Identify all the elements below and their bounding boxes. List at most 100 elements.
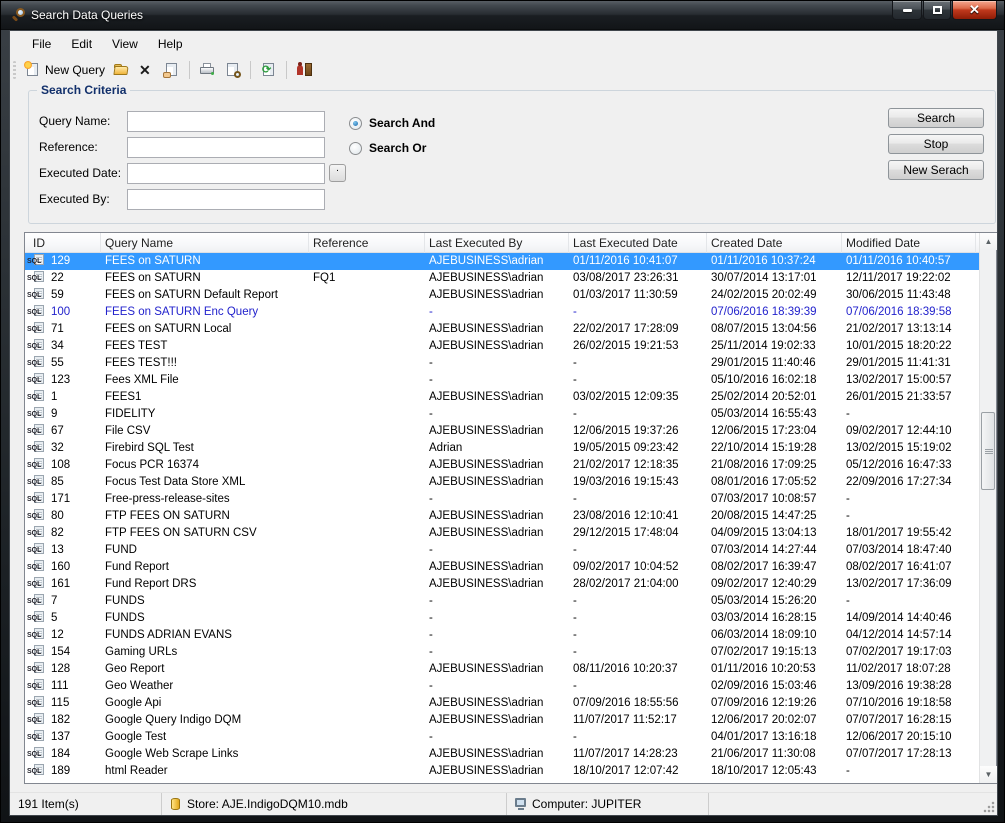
table-row[interactable]: SQL137Google Test--04/01/2017 13:16:1812…: [25, 729, 979, 746]
cell-id: SQL32: [25, 440, 101, 457]
menu-view[interactable]: View: [102, 33, 148, 55]
cell-name: FEES1: [101, 389, 309, 406]
table-row[interactable]: SQL71FEES on SATURN LocalAJEBUSINESS\adr…: [25, 321, 979, 338]
search-button[interactable]: Search: [888, 108, 984, 128]
cell-by: -: [425, 355, 569, 372]
print-preview-button[interactable]: [220, 59, 245, 81]
grid-body: SQL129FEES on SATURNAJEBUSINESS\adrian01…: [25, 253, 979, 780]
open-button[interactable]: [109, 59, 134, 81]
reference-input[interactable]: [127, 137, 325, 158]
menu-edit[interactable]: Edit: [61, 33, 102, 55]
table-row[interactable]: SQL171Free-press-release-sites--07/03/20…: [25, 491, 979, 508]
cell-name: Google Test: [101, 729, 309, 746]
date-browse-button[interactable]: .: [329, 164, 346, 182]
cell-name: FUNDS: [101, 593, 309, 610]
print-button[interactable]: [195, 59, 220, 81]
new-search-button[interactable]: New Serach: [888, 160, 984, 180]
table-row[interactable]: SQL82FTP FEES ON SATURN CSVAJEBUSINESS\a…: [25, 525, 979, 542]
table-row[interactable]: SQL13FUND--07/03/2014 14:27:4407/03/2014…: [25, 542, 979, 559]
scroll-down-arrow-icon[interactable]: ▼: [980, 766, 997, 783]
table-row[interactable]: SQL7FUNDS--05/03/2014 15:26:20-: [25, 593, 979, 610]
table-row[interactable]: SQL34FEES TESTAJEBUSINESS\adrian26/02/20…: [25, 338, 979, 355]
table-row[interactable]: SQL123Fees XML File--05/10/2016 16:02:18…: [25, 372, 979, 389]
radio-search-and[interactable]: [349, 117, 362, 130]
table-row[interactable]: SQL154Gaming URLs--07/02/2017 19:15:1307…: [25, 644, 979, 661]
query-name-input[interactable]: [127, 111, 325, 132]
table-row[interactable]: SQL85Focus Test Data Store XMLAJEBUSINES…: [25, 474, 979, 491]
table-row[interactable]: SQL111Geo Weather--02/09/2016 15:03:4613…: [25, 678, 979, 695]
table-row[interactable]: SQL184Google Web Scrape LinksAJEBUSINESS…: [25, 746, 979, 763]
table-row[interactable]: SQL161Fund Report DRSAJEBUSINESS\adrian2…: [25, 576, 979, 593]
toolbar-grip[interactable]: [13, 61, 16, 79]
table-row[interactable]: SQL129FEES on SATURNAJEBUSINESS\adrian01…: [25, 253, 979, 270]
properties-button[interactable]: [159, 59, 184, 81]
table-row[interactable]: SQL1FEES1AJEBUSINESS\adrian03/02/2015 12…: [25, 389, 979, 406]
table-row[interactable]: SQL9FIDELITY--05/03/2014 16:55:43-: [25, 406, 979, 423]
column-header-reference[interactable]: Reference: [309, 233, 425, 253]
table-row[interactable]: SQL182Google Query Indigo DQMAJEBUSINESS…: [25, 712, 979, 729]
table-row[interactable]: SQL189html ReaderAJEBUSINESS\adrian18/10…: [25, 763, 979, 780]
table-row[interactable]: SQL160Fund ReportAJEBUSINESS\adrian09/02…: [25, 559, 979, 576]
table-row[interactable]: SQL100FEES on SATURN Enc Query--07/06/20…: [25, 304, 979, 321]
cell-exec: 22/02/2017 17:28:09: [569, 321, 707, 338]
toolbar: New Query ✕ ⟳: [10, 56, 997, 83]
cell-exec: 19/05/2015 09:23:42: [569, 440, 707, 457]
new-query-button[interactable]: New Query: [20, 59, 109, 81]
menu-help[interactable]: Help: [148, 33, 193, 55]
scrollbar-thumb[interactable]: [981, 412, 995, 490]
minimize-button[interactable]: [892, 1, 922, 20]
title-bar[interactable]: Search Data Queries ✕: [1, 1, 1004, 30]
maximize-button[interactable]: [923, 1, 951, 20]
stop-button[interactable]: Stop: [888, 134, 984, 154]
table-row[interactable]: SQL115Google ApiAJEBUSINESS\adrian07/09/…: [25, 695, 979, 712]
cell-name: Fund Report DRS: [101, 576, 309, 593]
delete-button[interactable]: ✕: [134, 59, 159, 81]
column-header-id[interactable]: ID: [25, 233, 101, 253]
table-row[interactable]: SQL59FEES on SATURN Default ReportAJEBUS…: [25, 287, 979, 304]
table-row[interactable]: SQL108Focus PCR 16374AJEBUSINESS\adrian2…: [25, 457, 979, 474]
table-row[interactable]: SQL32Firebird SQL TestAdrian19/05/2015 0…: [25, 440, 979, 457]
table-row[interactable]: SQL67File CSVAJEBUSINESS\adrian12/06/201…: [25, 423, 979, 440]
cell-ref: [309, 457, 425, 474]
table-row[interactable]: SQL22FEES on SATURNFQ1AJEBUSINESS\adrian…: [25, 270, 979, 287]
refresh-button[interactable]: ⟳: [256, 59, 281, 81]
scroll-up-arrow-icon[interactable]: ▲: [980, 233, 997, 250]
open-folder-icon: [113, 62, 130, 78]
column-header-last-executed-date[interactable]: Last Executed Date: [569, 233, 707, 253]
cell-exec: 28/02/2017 21:04:00: [569, 576, 707, 593]
cell-created: 01/11/2016 10:20:53: [707, 661, 842, 678]
sql-document-icon: SQL: [27, 271, 48, 286]
table-row[interactable]: SQL80FTP FEES ON SATURNAJEBUSINESS\adria…: [25, 508, 979, 525]
cell-ref: [309, 355, 425, 372]
column-header-query-name[interactable]: Query Name: [101, 233, 309, 253]
cell-ref: [309, 474, 425, 491]
column-header-last-executed-by[interactable]: Last Executed By: [425, 233, 569, 253]
cell-name: File CSV: [101, 423, 309, 440]
cell-modified: 14/09/2014 14:40:46: [842, 610, 976, 627]
table-row[interactable]: SQL5FUNDS--03/03/2014 16:28:1514/09/2014…: [25, 610, 979, 627]
vertical-scrollbar[interactable]: ▲ ▼: [979, 233, 996, 783]
cell-modified: -: [842, 593, 976, 610]
exit-button[interactable]: [292, 59, 317, 81]
table-row[interactable]: SQL55FEES TEST!!!--29/01/2015 11:40:4629…: [25, 355, 979, 372]
table-row[interactable]: SQL128Geo ReportAJEBUSINESS\adrian08/11/…: [25, 661, 979, 678]
print-preview-icon: [224, 62, 241, 78]
cell-id: SQL137: [25, 729, 101, 746]
close-button[interactable]: ✕: [952, 1, 997, 20]
executed-by-input[interactable]: [127, 189, 325, 210]
column-header-modified-date[interactable]: Modified Date: [842, 233, 976, 253]
cell-created: 25/11/2014 19:02:33: [707, 338, 842, 355]
radio-search-or[interactable]: [349, 142, 362, 155]
cell-ref: [309, 576, 425, 593]
column-header-created-date[interactable]: Created Date: [707, 233, 842, 253]
cell-by: -: [425, 644, 569, 661]
sql-document-icon: SQL: [27, 322, 48, 337]
sql-document-icon: SQL: [27, 509, 48, 524]
executed-date-input[interactable]: [127, 163, 325, 184]
cell-by: AJEBUSINESS\adrian: [425, 746, 569, 763]
cell-id: SQL184: [25, 746, 101, 763]
menu-file[interactable]: File: [22, 33, 61, 55]
resize-grip[interactable]: [983, 801, 995, 813]
cell-ref: [309, 593, 425, 610]
table-row[interactable]: SQL12FUNDS ADRIAN EVANS--06/03/2014 18:0…: [25, 627, 979, 644]
